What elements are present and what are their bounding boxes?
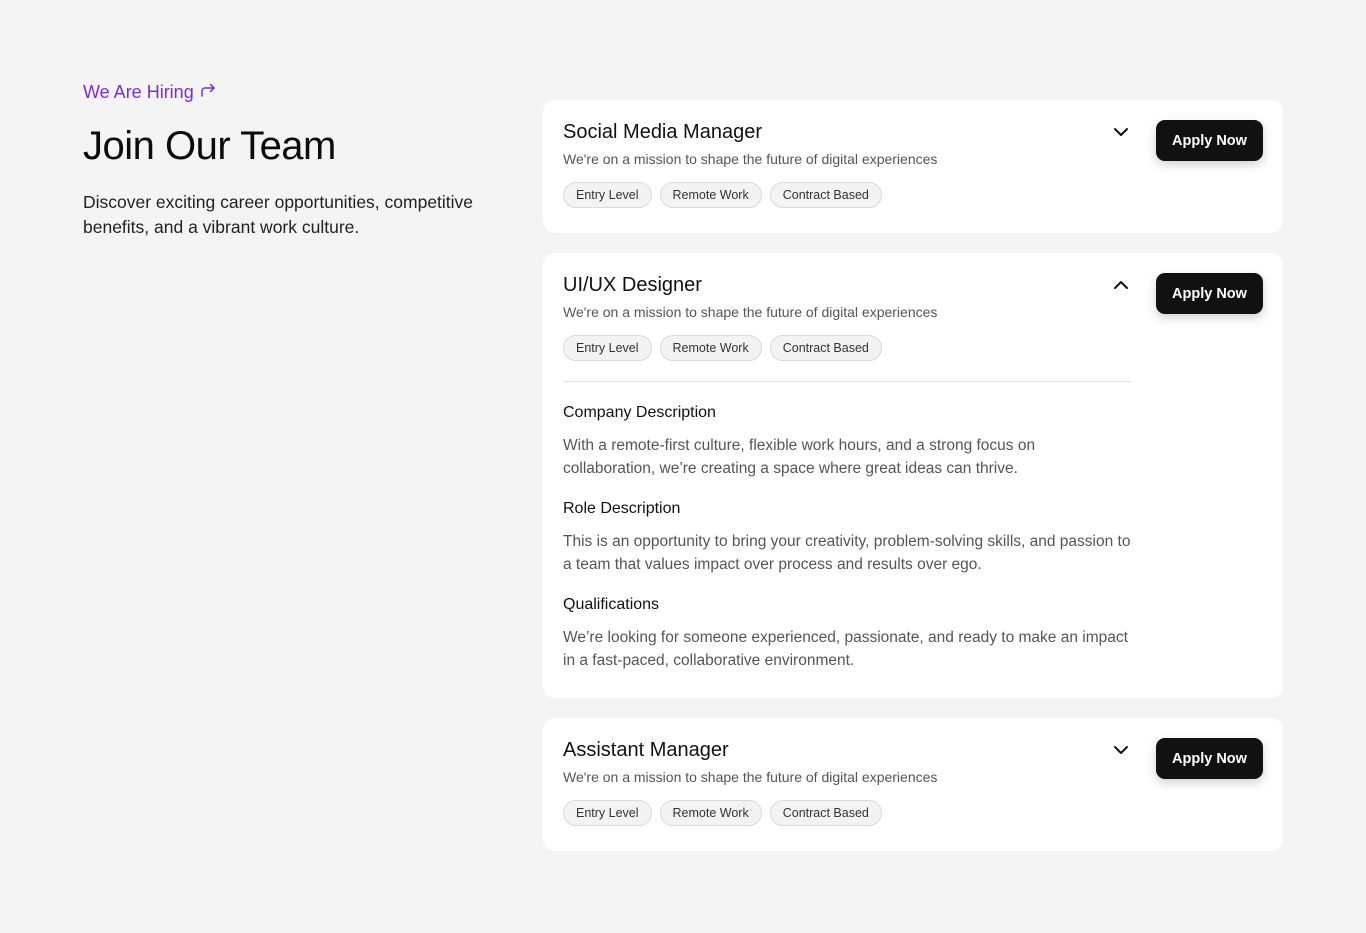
collapse-toggle[interactable] — [1109, 275, 1133, 299]
expand-toggle[interactable] — [1109, 122, 1133, 146]
chevron-down-icon — [1112, 741, 1130, 764]
tag-entry-level: Entry Level — [563, 335, 652, 361]
tag-entry-level: Entry Level — [563, 800, 652, 826]
job-card-social-media-manager: Social Media Manager We're on a mission … — [543, 100, 1283, 233]
tag-contract-based: Contract Based — [769, 335, 882, 361]
tag-remote-work: Remote Work — [659, 182, 762, 208]
we-are-hiring-label: We Are Hiring — [83, 82, 194, 102]
section-body: We’re looking for someone experienced, p… — [563, 629, 1128, 669]
intro-section: We Are Hiring Join Our Team Discover exc… — [83, 80, 513, 240]
job-tags: Entry Level Remote Work Contract Based — [563, 800, 1263, 826]
page-subtitle: Discover exciting career opportunities, … — [83, 192, 474, 237]
we-are-hiring-link[interactable]: We Are Hiring — [83, 80, 216, 104]
company-description-section: Company Description With a remote-first … — [563, 403, 1131, 480]
apply-now-button[interactable]: Apply Now — [1156, 120, 1263, 161]
section-body: This is an opportunity to bring your cre… — [563, 533, 1131, 573]
expand-toggle[interactable] — [1109, 740, 1133, 764]
tag-contract-based: Contract Based — [769, 800, 882, 826]
apply-now-button[interactable]: Apply Now — [1156, 273, 1263, 314]
section-heading: Company Description — [563, 404, 716, 421]
job-details: Company Description With a remote-first … — [563, 403, 1131, 672]
job-card-ui-ux-designer: UI/UX Designer We're on a mission to sha… — [543, 253, 1283, 698]
divider — [563, 381, 1131, 382]
section-body: With a remote-first culture, flexible wo… — [563, 437, 1036, 477]
section-heading: Qualifications — [563, 596, 660, 613]
tag-entry-level: Entry Level — [563, 182, 652, 208]
section-heading: Role Description — [563, 500, 681, 517]
job-list: Social Media Manager We're on a mission … — [543, 100, 1283, 871]
job-card-assistant-manager: Assistant Manager We're on a mission to … — [543, 718, 1283, 851]
job-tags: Entry Level Remote Work Contract Based — [563, 335, 1263, 361]
job-tags: Entry Level Remote Work Contract Based — [563, 182, 1263, 208]
qualifications-section: Qualifications We’re looking for someone… — [563, 595, 1131, 672]
chevron-up-icon — [1112, 276, 1130, 299]
arrow-forward-icon — [200, 80, 216, 104]
tag-remote-work: Remote Work — [659, 335, 762, 361]
tag-contract-based: Contract Based — [769, 182, 882, 208]
role-description-section: Role Description This is an opportunity … — [563, 499, 1131, 576]
page-title: Join Our Team — [83, 124, 336, 168]
apply-now-button[interactable]: Apply Now — [1156, 738, 1263, 779]
tag-remote-work: Remote Work — [659, 800, 762, 826]
chevron-down-icon — [1112, 123, 1130, 146]
